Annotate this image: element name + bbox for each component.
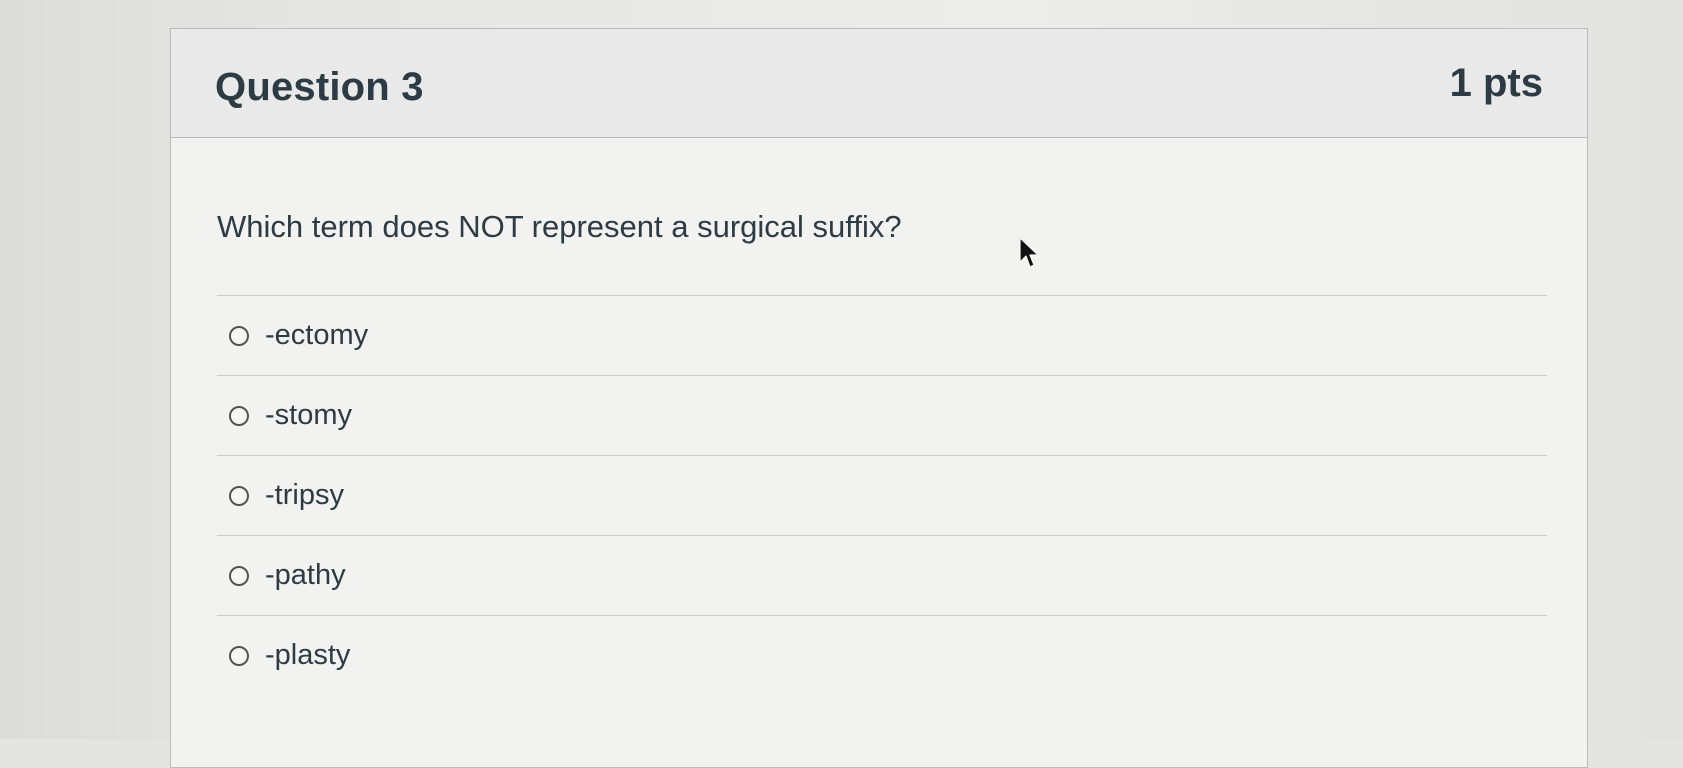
answer-label[interactable]: -tripsy: [265, 479, 344, 512]
answer-option[interactable]: -plasty: [217, 615, 1547, 695]
question-title: Question 3: [215, 65, 424, 109]
question-points: 1 pts: [1449, 61, 1543, 105]
question-text: Which term does NOT represent a surgical…: [217, 209, 902, 244]
question-card: Question 3 1 pts Which term does NOT rep…: [170, 28, 1588, 768]
radio-button-icon[interactable]: [229, 326, 249, 346]
answer-label[interactable]: -stomy: [265, 399, 352, 432]
answer-label[interactable]: -pathy: [265, 559, 346, 592]
radio-button-icon[interactable]: [229, 486, 249, 506]
answer-option[interactable]: -stomy: [217, 375, 1547, 455]
answer-option[interactable]: -pathy: [217, 535, 1547, 615]
answer-list: -ectomy -stomy -tripsy -pathy -plasty: [217, 295, 1547, 695]
radio-button-icon[interactable]: [229, 566, 249, 586]
answer-label[interactable]: -ectomy: [265, 319, 368, 352]
answer-label[interactable]: -plasty: [265, 639, 350, 672]
mouse-pointer-icon: [1019, 237, 1039, 268]
radio-button-icon[interactable]: [229, 406, 249, 426]
radio-button-icon[interactable]: [229, 646, 249, 666]
answer-option[interactable]: -ectomy: [217, 295, 1547, 375]
answer-option[interactable]: -tripsy: [217, 455, 1547, 535]
question-header: Question 3 1 pts: [171, 29, 1587, 138]
